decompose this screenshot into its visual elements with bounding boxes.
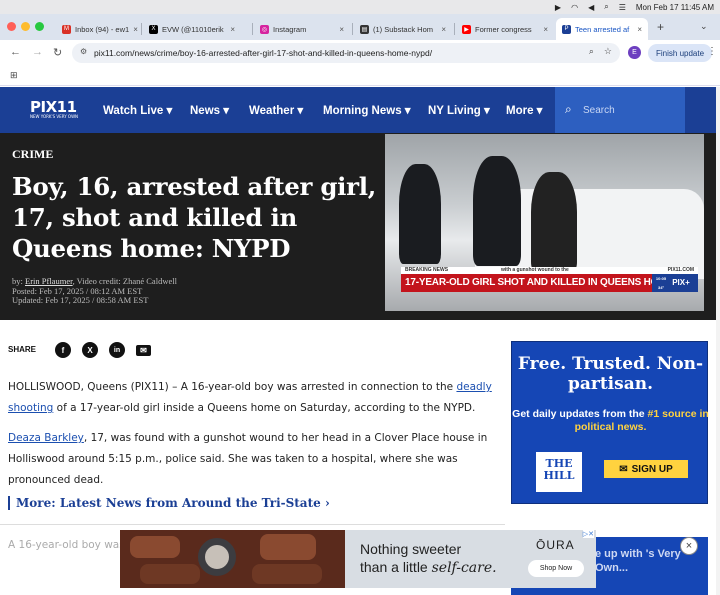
- profile-avatar[interactable]: E: [628, 46, 641, 59]
- victim-name-link[interactable]: Deaza Barkley: [8, 432, 84, 444]
- apps-grid-icon[interactable]: ⊞: [10, 70, 18, 81]
- spotlight-icon[interactable]: ⌕: [604, 2, 608, 12]
- site-header: PIX11 NEW YORK'S VERY OWN Watch Live ▾ N…: [0, 87, 716, 133]
- video-player[interactable]: BREAKING NEWS with a gunshot wound to th…: [385, 134, 704, 311]
- adchoices-icon[interactable]: ▷✕: [582, 530, 594, 538]
- ad-tagline: Nothing sweeter than a little self-care.: [360, 541, 497, 576]
- close-tab-icon[interactable]: ×: [230, 25, 235, 34]
- byline: by: Erin Pflaumer, Video credit: Zhané C…: [12, 276, 177, 305]
- search-placeholder: Search: [583, 104, 615, 116]
- substack-icon: ▤: [360, 24, 369, 34]
- search-icon: ⌕: [565, 102, 572, 116]
- tab-label: Teen arrested af: [575, 24, 630, 34]
- forward-icon[interactable]: →: [32, 46, 43, 58]
- shop-now-button[interactable]: Shop Now: [528, 560, 584, 577]
- oura-logo: ŌURA: [536, 538, 575, 552]
- tab-gmail[interactable]: M Inbox (94) - ew1 ×: [56, 18, 140, 40]
- tab-label: Instagram: [273, 24, 307, 34]
- paragraph-1: HOLLISWOOD, Queens (PIX11) – A 16-year-o…: [8, 381, 492, 414]
- tab-label: (1) Substack Hom: [373, 24, 434, 34]
- ad-title: Free. Trusted. Non-partisan.: [517, 354, 704, 394]
- finish-update-button[interactable]: Finish update: [648, 44, 713, 62]
- close-tab-icon[interactable]: ×: [133, 25, 138, 34]
- menu-kebab-icon[interactable]: ⋮: [707, 46, 717, 57]
- email-icon: ✉: [619, 463, 628, 475]
- nav-watch-live[interactable]: Watch Live ▾: [103, 103, 172, 117]
- tab-label: EVW (@11010erik: [162, 24, 224, 34]
- control-center-icon[interactable]: ☰: [619, 3, 626, 12]
- x-share-icon[interactable]: X: [82, 342, 98, 358]
- back-icon[interactable]: ←: [10, 46, 21, 58]
- zoom-icon[interactable]: ⌕: [589, 46, 594, 57]
- close-tab-icon[interactable]: ×: [637, 25, 642, 34]
- linkedin-icon[interactable]: in: [109, 342, 125, 358]
- nav-ny-living[interactable]: NY Living ▾: [428, 103, 490, 117]
- email-icon[interactable]: ✉: [136, 345, 151, 356]
- ring-image: [198, 538, 236, 576]
- share-label: SHARE: [8, 345, 37, 354]
- tab-search-icon[interactable]: ⌄: [700, 21, 708, 32]
- reload-icon[interactable]: ↻: [53, 46, 62, 59]
- ad-subtitle: Get daily updates from the #1 source in …: [512, 408, 709, 433]
- pix11-logo[interactable]: PIX11 NEW YORK'S VERY OWN: [30, 98, 78, 119]
- close-ad-button[interactable]: ×: [680, 537, 698, 555]
- tab-youtube[interactable]: ▶ Former congress ×: [456, 18, 554, 40]
- url-field[interactable]: ⚙ pix11.com/news/crime/boy-16-arrested-a…: [72, 43, 620, 63]
- close-tab-icon[interactable]: ×: [441, 25, 446, 34]
- tab-substack[interactable]: ▤ (1) Substack Hom ×: [354, 18, 452, 40]
- pix11-icon: P: [562, 24, 571, 34]
- nav-weather[interactable]: Weather ▾: [249, 103, 303, 117]
- tab-instagram[interactable]: ◎ Instagram ×: [254, 18, 350, 40]
- zoom-window-button[interactable]: [35, 22, 44, 31]
- nav-more[interactable]: More ▾: [506, 103, 542, 117]
- close-window-button[interactable]: [7, 22, 16, 31]
- site-info-icon[interactable]: ⚙: [80, 47, 87, 56]
- mac-menu-bar: ▶ ◠ ◀ ⌕ ☰ Mon Feb 17 11:45 AM: [0, 0, 720, 14]
- play-icon[interactable]: ▶: [555, 3, 561, 12]
- chevron-right-icon: ›: [324, 496, 330, 510]
- news-chyron: BREAKING NEWS with a gunshot wound to th…: [401, 267, 698, 299]
- wifi-icon[interactable]: ◠: [571, 3, 578, 12]
- bookmarks-bar: ⊞: [0, 66, 720, 86]
- address-bar-row: ← → ↻ ⚙ pix11.com/news/crime/boy-16-arre…: [0, 40, 720, 66]
- youtube-icon: ▶: [462, 24, 471, 34]
- menu-clock[interactable]: Mon Feb 17 11:45 AM: [636, 3, 714, 12]
- volume-icon[interactable]: ◀: [588, 3, 594, 12]
- article-hero: CRIME Boy, 16, arrested after girl, 17, …: [0, 133, 716, 320]
- nav-news[interactable]: News ▾: [190, 103, 229, 117]
- paragraph-2: Deaza Barkley, 17, was found with a guns…: [8, 432, 488, 486]
- minimize-window-button[interactable]: [21, 22, 30, 31]
- instagram-icon: ◎: [260, 24, 269, 34]
- tab-x[interactable]: X EVW (@11010erik ×: [143, 18, 241, 40]
- close-tab-icon[interactable]: ×: [339, 25, 344, 34]
- category-label[interactable]: CRIME: [12, 147, 53, 162]
- author-link[interactable]: Erin Pflaumer: [25, 276, 73, 286]
- url-text: pix11.com/news/crime/boy-16-arrested-aft…: [94, 48, 433, 58]
- the-hill-ad[interactable]: Free. Trusted. Non-partisan. Get daily u…: [511, 341, 709, 504]
- new-tab-button[interactable]: +: [657, 20, 664, 34]
- page-title: Boy, 16, arrested after girl, 17, shot a…: [12, 172, 377, 263]
- scrollbar[interactable]: [716, 87, 720, 595]
- bookmark-star-icon[interactable]: ☆: [604, 46, 612, 57]
- close-tab-icon[interactable]: ×: [543, 25, 548, 34]
- divider: [0, 524, 505, 525]
- facebook-icon[interactable]: f: [55, 342, 71, 358]
- the-hill-logo: THE HILL: [536, 452, 582, 492]
- tab-strip: M Inbox (94) - ew1 × X EVW (@11010erik ×…: [0, 14, 720, 40]
- oura-ad[interactable]: Nothing sweeter than a little self-care.…: [120, 530, 596, 588]
- x-icon: X: [149, 24, 158, 34]
- tab-pix11-active[interactable]: P Teen arrested af ×: [556, 18, 648, 40]
- more-news-link[interactable]: More: Latest News from Around the Tri-St…: [8, 496, 330, 510]
- tab-label: Inbox (94) - ew1: [75, 24, 130, 34]
- gmail-icon: M: [62, 24, 71, 34]
- updated-date: Updated: Feb 17, 2025 / 08:58 AM EST: [12, 295, 149, 305]
- tab-label: Former congress: [475, 24, 532, 34]
- nav-morning-news[interactable]: Morning News ▾: [323, 103, 411, 117]
- sign-up-button[interactable]: ✉ SIGN UP: [604, 460, 688, 478]
- site-search[interactable]: ⌕ Search: [555, 87, 685, 133]
